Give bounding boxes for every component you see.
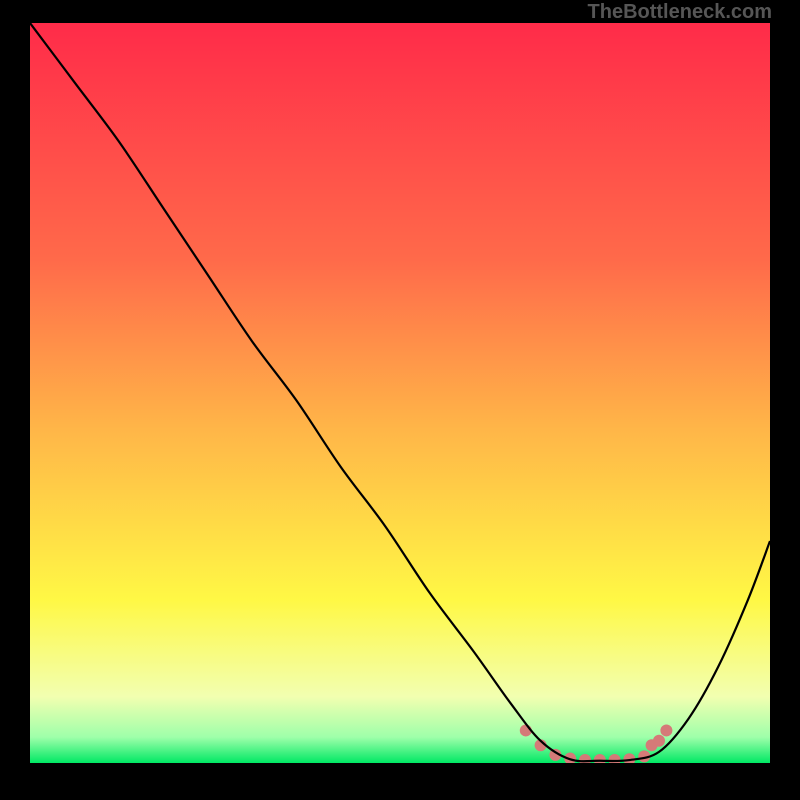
bottom-dot	[653, 735, 665, 747]
plot-area	[30, 23, 770, 763]
bottom-dot	[660, 724, 672, 736]
bottleneck-curve	[30, 23, 770, 761]
bottleneck-chart: TheBottleneck.com	[0, 0, 800, 800]
watermark-text: TheBottleneck.com	[588, 1, 772, 24]
curve-layer	[30, 23, 770, 763]
